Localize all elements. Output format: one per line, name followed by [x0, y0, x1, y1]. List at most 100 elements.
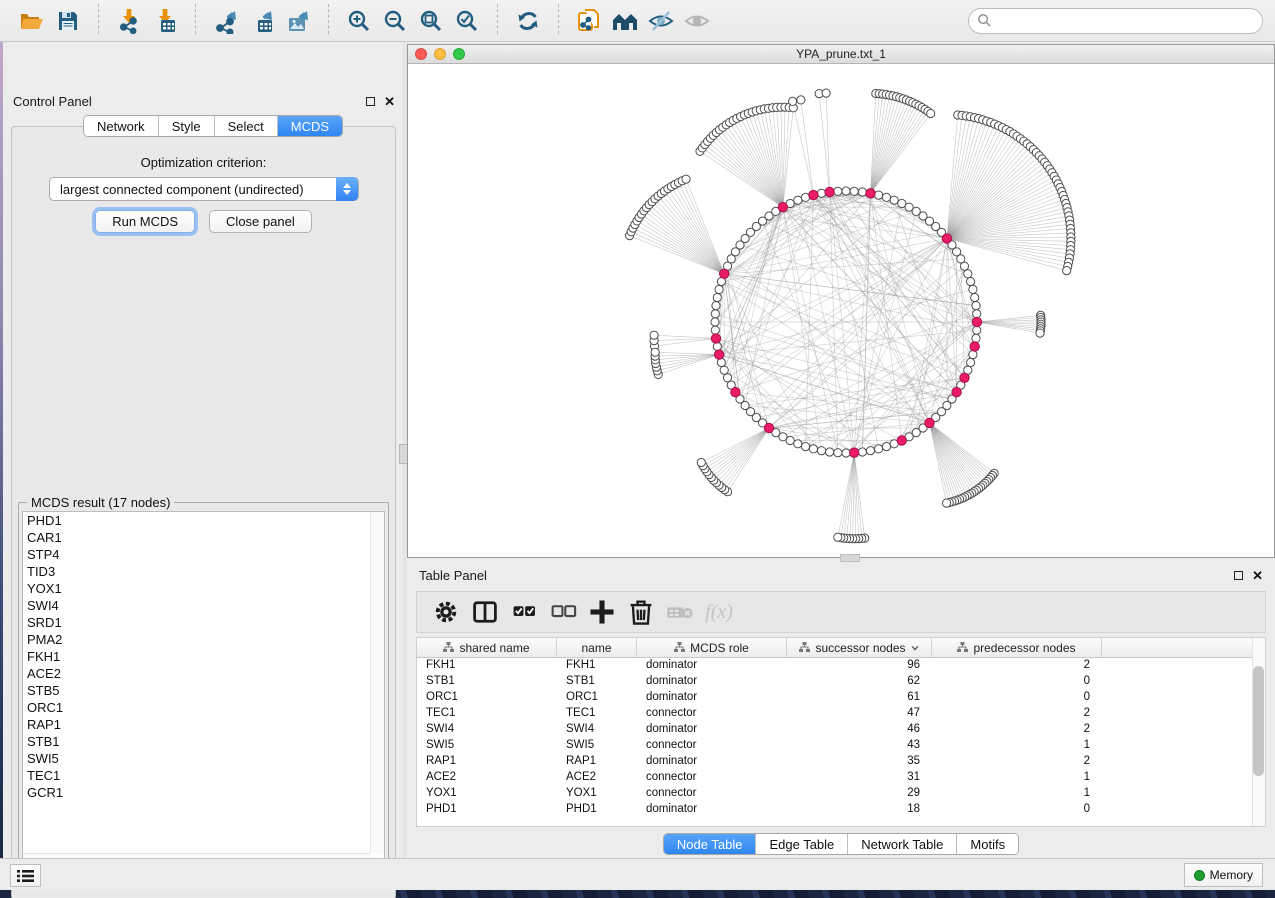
table-cell[interactable]: 96	[787, 658, 932, 674]
table-cell[interactable]: 1	[932, 786, 1102, 802]
zoom-in-icon[interactable]	[341, 5, 377, 37]
zoom-fit-icon[interactable]	[413, 5, 449, 37]
settings-gear-icon[interactable]	[431, 597, 461, 627]
float-panel-button[interactable]	[366, 97, 375, 106]
horizontal-splitter-handle[interactable]	[840, 554, 860, 562]
close-panel-button[interactable]: Close panel	[209, 210, 312, 233]
export-network-icon[interactable]	[208, 5, 244, 37]
tab-select[interactable]: Select	[214, 116, 277, 136]
network-window-titlebar[interactable]: YPA_prune.txt_1	[408, 45, 1274, 64]
table-cell[interactable]: TEC1	[557, 706, 637, 722]
table-cell[interactable]: dominator	[637, 690, 787, 706]
float-table-panel-button[interactable]	[1234, 571, 1243, 580]
column-header-MCDS-role[interactable]: MCDS role	[637, 638, 787, 657]
table-cell[interactable]: 43	[787, 738, 932, 754]
table-cell[interactable]: 0	[932, 802, 1102, 818]
table-cell[interactable]: SWI5	[557, 738, 637, 754]
export-image-icon[interactable]	[280, 5, 316, 37]
table-cell[interactable]: TEC1	[417, 706, 557, 722]
table-cell[interactable]: connector	[637, 706, 787, 722]
table-row[interactable]: YOX1YOX1connector291	[417, 786, 1265, 802]
run-mcds-button[interactable]: Run MCDS	[95, 210, 195, 233]
criterion-dropdown[interactable]: largest connected component (undirected)	[49, 177, 359, 201]
tab-network[interactable]: Network	[84, 116, 158, 136]
table-row[interactable]: SWI5SWI5connector431	[417, 738, 1265, 754]
add-row-icon[interactable]	[587, 597, 617, 627]
table-cell[interactable]: 1	[932, 738, 1102, 754]
apply-layout-icon[interactable]	[510, 5, 546, 37]
result-item[interactable]: STB5	[23, 682, 384, 699]
table-cell[interactable]: RAP1	[557, 754, 637, 770]
close-table-panel-icon[interactable]: ✕	[1252, 571, 1263, 580]
table-scroll-thumb[interactable]	[1253, 666, 1264, 776]
table-cell[interactable]: dominator	[637, 658, 787, 674]
table-cell[interactable]: FKH1	[557, 658, 637, 674]
table-row[interactable]: ORC1ORC1dominator610	[417, 690, 1265, 706]
delete-row-icon[interactable]	[626, 597, 656, 627]
table-cell[interactable]: YOX1	[557, 786, 637, 802]
table-cell[interactable]: PHD1	[557, 802, 637, 818]
network-canvas[interactable]	[408, 64, 1274, 557]
table-cell[interactable]: 46	[787, 722, 932, 738]
table-cell[interactable]: dominator	[637, 674, 787, 690]
table-cell[interactable]: ACE2	[557, 770, 637, 786]
import-table-icon[interactable]	[147, 5, 183, 37]
table-cell[interactable]: SWI5	[417, 738, 557, 754]
table-cell[interactable]: STB1	[557, 674, 637, 690]
open-session-icon[interactable]	[14, 5, 50, 37]
search-input[interactable]	[968, 8, 1263, 34]
table-cell[interactable]: 2	[932, 706, 1102, 722]
network-from-selection-icon[interactable]	[571, 5, 607, 37]
deselect-all-icon[interactable]	[548, 597, 578, 627]
table-cell[interactable]: FKH1	[417, 658, 557, 674]
memory-button[interactable]: Memory	[1184, 863, 1263, 887]
result-item[interactable]: STP4	[23, 546, 384, 563]
table-cell[interactable]: connector	[637, 770, 787, 786]
table-cell[interactable]: connector	[637, 738, 787, 754]
table-cell[interactable]: 2	[932, 722, 1102, 738]
tab-node-table[interactable]: Node Table	[664, 834, 756, 854]
table-cell[interactable]: 2	[932, 754, 1102, 770]
result-item[interactable]: PHD1	[23, 512, 384, 529]
table-cell[interactable]: ORC1	[417, 690, 557, 706]
zoom-out-icon[interactable]	[377, 5, 413, 37]
table-cell[interactable]: 18	[787, 802, 932, 818]
result-item[interactable]: SWI4	[23, 597, 384, 614]
zoom-selected-icon[interactable]	[449, 5, 485, 37]
hide-selected-icon[interactable]	[643, 5, 679, 37]
close-panel-icon[interactable]: ✕	[384, 97, 395, 106]
table-row[interactable]: STB1STB1dominator620	[417, 674, 1265, 690]
table-cell[interactable]: 0	[932, 690, 1102, 706]
table-cell[interactable]: 35	[787, 754, 932, 770]
table-row[interactable]: RAP1RAP1dominator352	[417, 754, 1265, 770]
status-menu-button[interactable]	[10, 864, 41, 887]
first-neighbors-icon[interactable]	[607, 5, 643, 37]
result-item[interactable]: PMA2	[23, 631, 384, 648]
result-item[interactable]: ACE2	[23, 665, 384, 682]
result-item[interactable]: YOX1	[23, 580, 384, 597]
tab-edge-table[interactable]: Edge Table	[755, 834, 847, 854]
table-cell[interactable]: dominator	[637, 754, 787, 770]
result-item[interactable]: FKH1	[23, 648, 384, 665]
table-cell[interactable]: ORC1	[557, 690, 637, 706]
table-cell[interactable]: YOX1	[417, 786, 557, 802]
column-header-predecessor-nodes[interactable]: predecessor nodes	[932, 638, 1102, 657]
table-cell[interactable]: dominator	[637, 722, 787, 738]
tab-network-table[interactable]: Network Table	[847, 834, 956, 854]
result-item[interactable]: TEC1	[23, 767, 384, 784]
tab-style[interactable]: Style	[158, 116, 214, 136]
table-cell[interactable]: STB1	[417, 674, 557, 690]
select-all-icon[interactable]	[509, 597, 539, 627]
table-cell[interactable]: 2	[932, 658, 1102, 674]
column-header-successor-nodes[interactable]: successor nodes	[787, 638, 932, 657]
table-cell[interactable]: connector	[637, 786, 787, 802]
result-item[interactable]: SWI5	[23, 750, 384, 767]
table-cell[interactable]: dominator	[637, 802, 787, 818]
save-session-icon[interactable]	[50, 5, 86, 37]
table-cell[interactable]: SWI4	[417, 722, 557, 738]
table-cell[interactable]: 61	[787, 690, 932, 706]
table-cell[interactable]: 1	[932, 770, 1102, 786]
result-item[interactable]: GCR1	[23, 784, 384, 801]
table-cell[interactable]: 47	[787, 706, 932, 722]
table-row[interactable]: SWI4SWI4dominator462	[417, 722, 1265, 738]
